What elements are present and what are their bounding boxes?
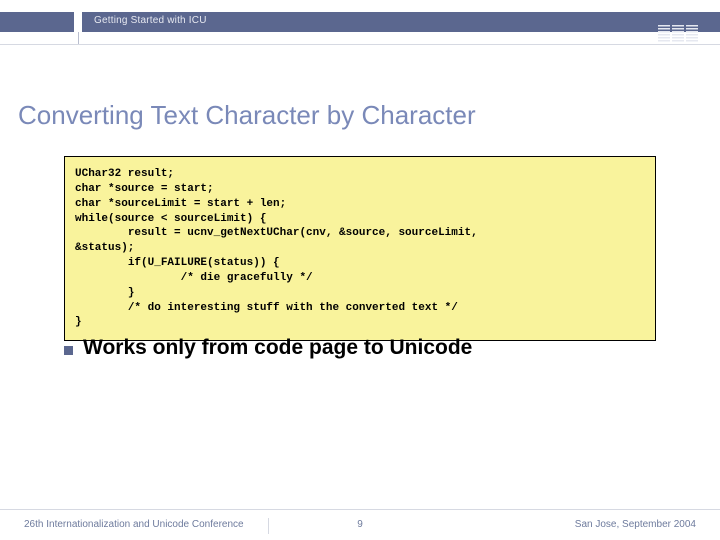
- header-divider-horizontal: [0, 44, 720, 45]
- footer-divider-vertical: [268, 518, 269, 534]
- footer-page-number: 9: [357, 519, 363, 530]
- slide: Getting Started with ICU Converting Text…: [0, 0, 720, 540]
- ibm-logo: [658, 24, 698, 44]
- footer-right: San Jose, September 2004: [575, 519, 696, 530]
- page-title: Converting Text Character by Character: [18, 100, 476, 131]
- footer-divider: [0, 509, 720, 510]
- code-text: UChar32 result; char *source = start; ch…: [75, 167, 645, 330]
- footer: 26th Internationalization and Unicode Co…: [0, 512, 720, 540]
- bullet-text: Works only from code page to Unicode: [83, 336, 472, 360]
- ibm-logo-icon: [658, 25, 698, 43]
- footer-left: 26th Internationalization and Unicode Co…: [24, 519, 244, 530]
- header-bar: Getting Started with ICU: [0, 12, 720, 42]
- header-gap: [74, 12, 82, 32]
- header-divider-vertical: [78, 32, 79, 44]
- code-block: UChar32 result; char *source = start; ch…: [64, 156, 656, 341]
- bullet-item: Works only from code page to Unicode: [64, 336, 472, 360]
- header-title: Getting Started with ICU: [94, 15, 207, 26]
- square-bullet-icon: [64, 346, 73, 355]
